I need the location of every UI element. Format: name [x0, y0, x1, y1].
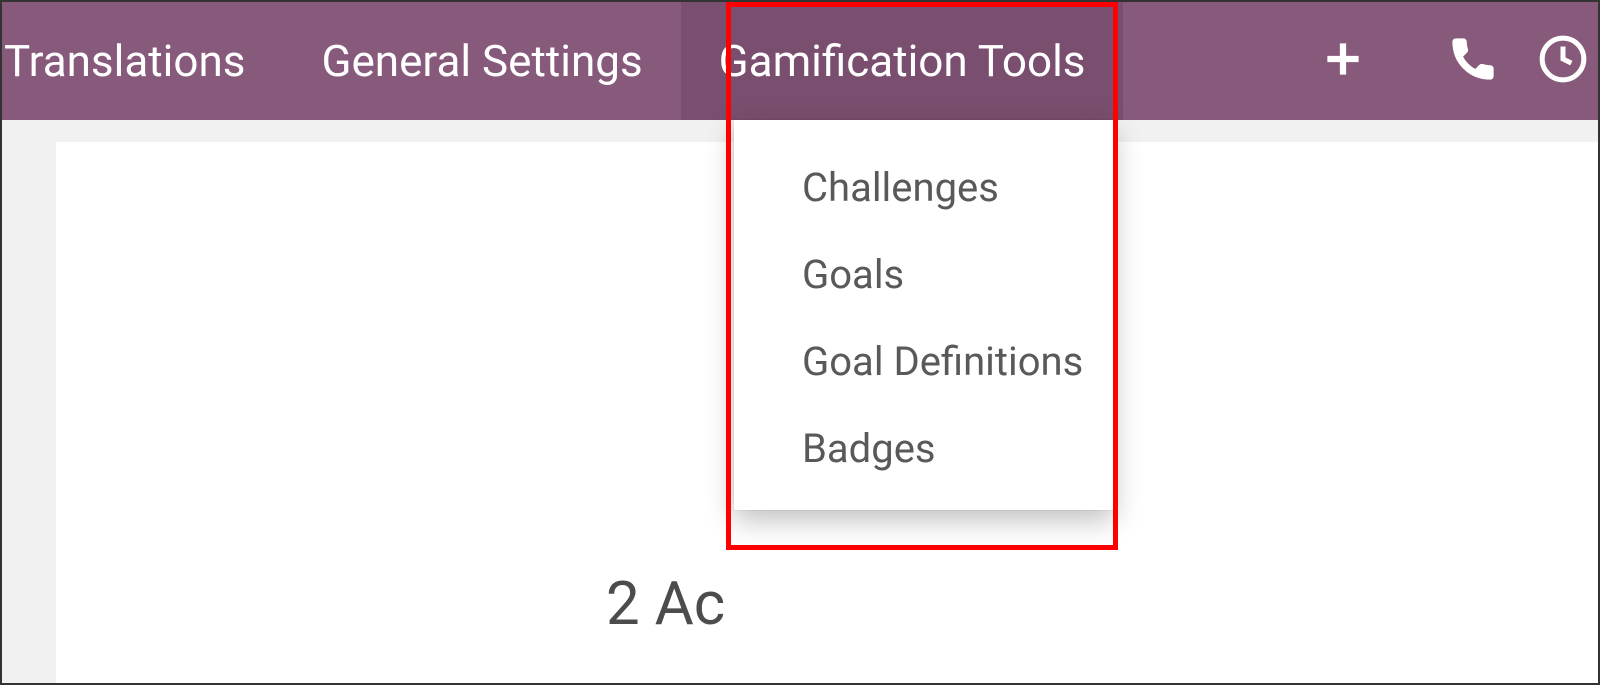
- menu-general-settings-label: General Settings: [321, 35, 642, 87]
- menu-gamification-tools-label: Gamification Tools: [719, 35, 1086, 87]
- top-menu-group: Translations General Settings Gamificati…: [2, 2, 1278, 120]
- app-frame: Translations General Settings Gamificati…: [0, 0, 1600, 685]
- menu-translations[interactable]: Translations: [2, 2, 283, 120]
- gamification-tools-dropdown: Challenges Goals Goal Definitions Badges: [734, 120, 1114, 510]
- top-menu-bar: Translations General Settings Gamificati…: [2, 2, 1598, 121]
- menu-gamification-tools[interactable]: Gamification Tools: [681, 2, 1124, 120]
- new-button[interactable]: [1278, 2, 1408, 120]
- plus-icon: [1318, 34, 1368, 88]
- dropdown-item-goal-definitions[interactable]: Goal Definitions: [734, 318, 1114, 405]
- menu-general-settings[interactable]: General Settings: [283, 2, 680, 120]
- activity-button[interactable]: [1538, 2, 1598, 120]
- clock-icon: [1538, 34, 1588, 88]
- dropdown-item-badges[interactable]: Badges: [734, 405, 1114, 492]
- dropdown-item-challenges[interactable]: Challenges: [734, 144, 1114, 231]
- stat-text: 2 Ac: [606, 568, 725, 639]
- phone-button[interactable]: [1408, 2, 1538, 120]
- phone-icon: [1448, 34, 1498, 88]
- dropdown-item-goals[interactable]: Goals: [734, 231, 1114, 318]
- menu-translations-label: Translations: [4, 35, 245, 87]
